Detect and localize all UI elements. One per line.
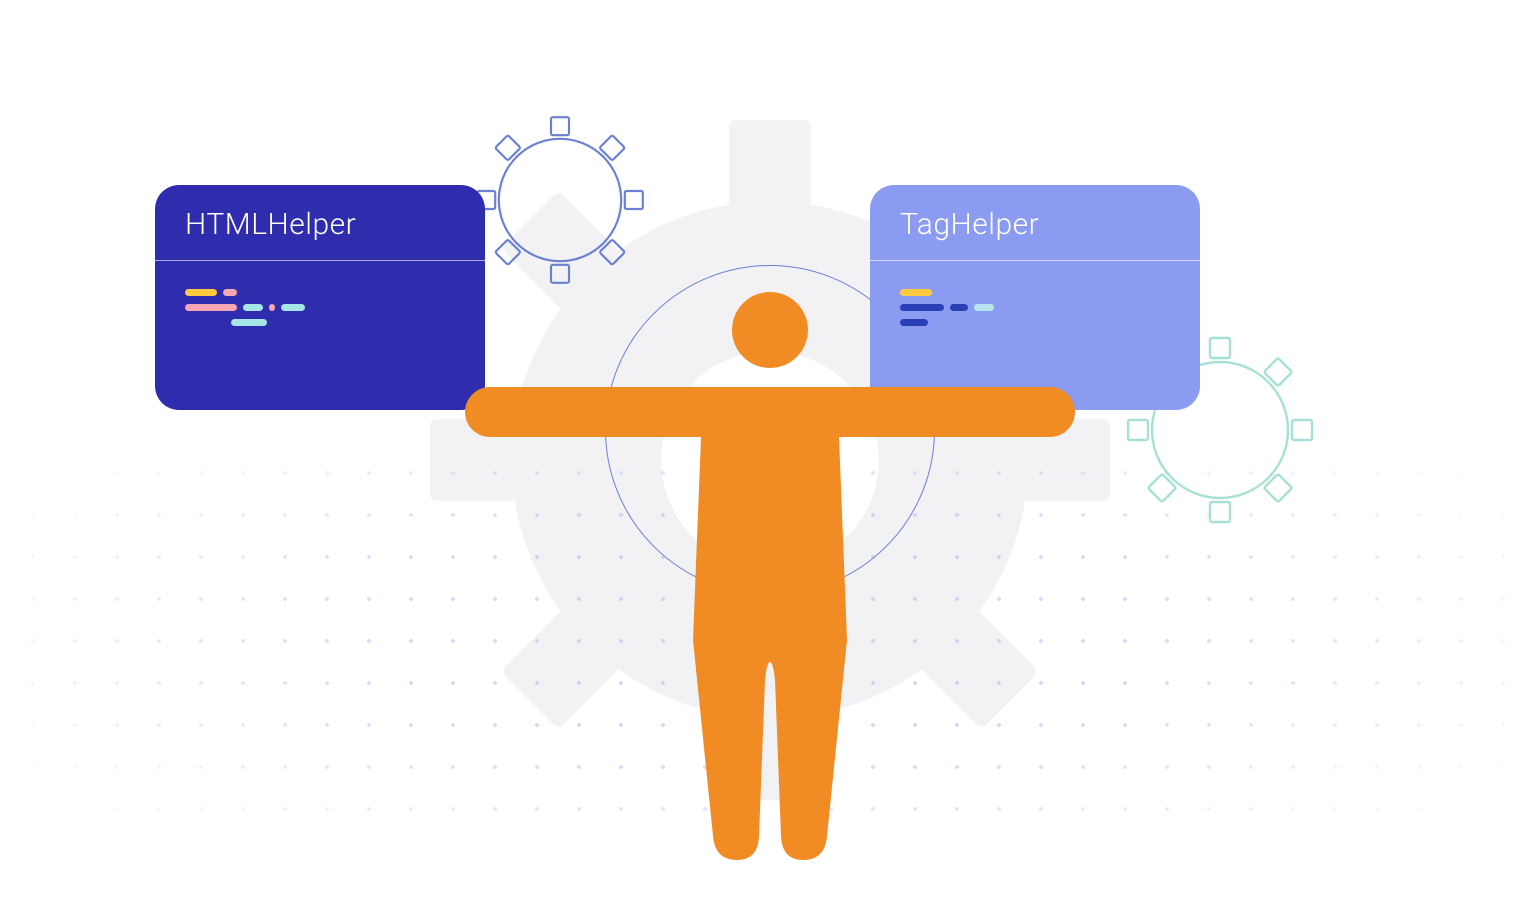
card-title: TagHelper xyxy=(870,185,1200,260)
code-snippet xyxy=(870,261,1200,326)
code-snippet xyxy=(155,261,485,326)
dot-grid-background xyxy=(0,440,1540,840)
htmlhelper-card: HTMLHelper xyxy=(155,185,485,410)
taghelper-card: TagHelper xyxy=(870,185,1200,410)
small-gear-outline-blue-icon xyxy=(470,110,650,290)
card-title: HTMLHelper xyxy=(155,185,485,260)
